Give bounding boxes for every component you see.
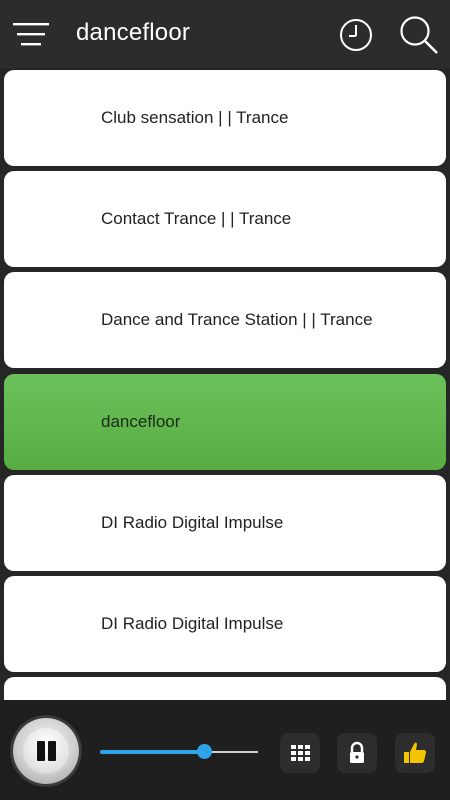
station-label: DI Radio Digital Impulse: [101, 614, 284, 633]
station-item[interactable]: Club sensation | | Trance: [4, 70, 446, 166]
grid-button[interactable]: [280, 733, 320, 773]
station-item[interactable]: Dance and Trance Station | | Trance: [4, 272, 446, 368]
lock-button[interactable]: [337, 733, 377, 773]
search-icon[interactable]: [398, 14, 440, 56]
clock-icon[interactable]: [338, 17, 374, 53]
station-label: Dance and Trance Station | | Trance: [101, 310, 373, 329]
station-label: Club sensation | | Trance: [101, 108, 289, 127]
thumbs-up-icon: [404, 742, 426, 763]
volume-slider[interactable]: [100, 744, 258, 760]
station-item[interactable]: DI Radio Digital Impulse: [4, 475, 446, 571]
station-list[interactable]: Club sensation | | Trance Contact Trance…: [0, 68, 450, 700]
volume-thumb[interactable]: [197, 744, 212, 759]
station-label: DI Radio Digital Impulse: [101, 513, 284, 532]
page-title: dancefloor: [76, 19, 191, 46]
station-item[interactable]: DI Radio Digital Impulse: [4, 576, 446, 672]
play-pause-button[interactable]: [13, 718, 79, 784]
station-item-active[interactable]: dancefloor: [4, 374, 446, 470]
like-button[interactable]: [395, 733, 435, 773]
volume-fill: [100, 750, 205, 754]
grid-icon: [291, 745, 310, 761]
menu-icon[interactable]: [13, 22, 51, 48]
station-label: Contact Trance | | Trance: [101, 209, 292, 228]
station-item[interactable]: Contact Trance | | Trance: [4, 171, 446, 267]
pause-icon: [23, 728, 69, 774]
lock-icon: [350, 741, 364, 763]
station-item[interactable]: [4, 677, 446, 700]
app-header: dancefloor: [0, 0, 450, 68]
station-label: dancefloor: [101, 412, 181, 431]
